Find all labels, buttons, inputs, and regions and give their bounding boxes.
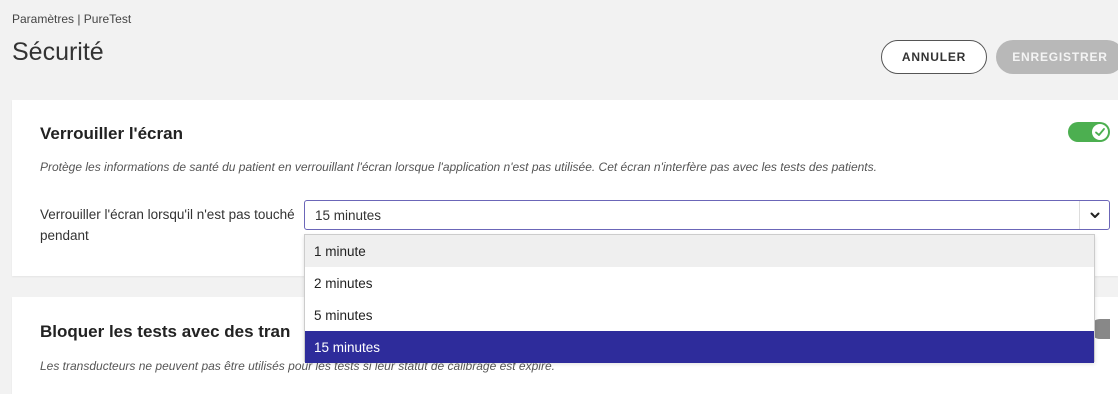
lock-screen-toggle[interactable]	[1068, 122, 1110, 142]
timeout-dropdown: 1 minute 2 minutes 5 minutes 15 minutes	[304, 234, 1095, 363]
cancel-button[interactable]: ANNULER	[881, 40, 987, 74]
lock-screen-description: Protège les informations de santé du pat…	[40, 160, 877, 174]
save-button[interactable]: ENREGISTRER	[996, 40, 1118, 74]
chevron-down-icon[interactable]	[1079, 201, 1109, 229]
timeout-label: Verrouiller l'écran lorsqu'il n'est pas …	[40, 207, 295, 243]
timeout-select-value: 15 minutes	[315, 207, 382, 223]
lock-screen-title: Verrouiller l'écran	[40, 124, 183, 143]
page-title: Sécurité	[12, 38, 104, 66]
timeout-select[interactable]: 15 minutes	[304, 200, 1110, 230]
check-icon	[1095, 128, 1105, 136]
block-tests-title: Bloquer les tests avec des tran	[40, 322, 291, 341]
toggle-knob	[1092, 124, 1108, 140]
dropdown-option-2-minutes[interactable]: 2 minutes	[305, 267, 1094, 299]
breadcrumb: Paramètres | PureTest	[12, 12, 132, 26]
dropdown-option-5-minutes[interactable]: 5 minutes	[305, 299, 1094, 331]
dropdown-option-1-minute[interactable]: 1 minute	[305, 235, 1094, 267]
dropdown-option-15-minutes[interactable]: 15 minutes	[305, 331, 1094, 363]
